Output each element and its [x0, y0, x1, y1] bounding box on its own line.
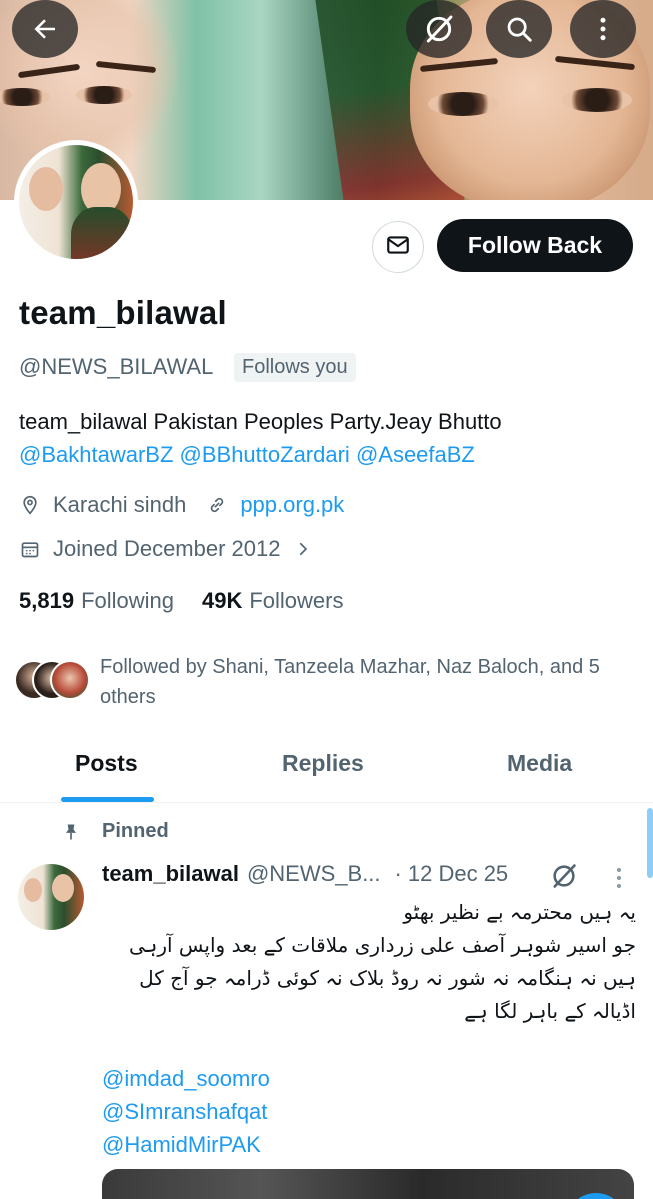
- grok-button[interactable]: [406, 0, 472, 58]
- post-text-line: اڈیالہ کے باہر لگا ہے: [464, 999, 636, 1023]
- post-date[interactable]: 12 Dec 25: [408, 861, 508, 887]
- grok-icon[interactable]: [550, 862, 578, 895]
- message-button[interactable]: [372, 221, 424, 273]
- bio-text: team_bilawal Pakistan Peoples Party.Jeay…: [19, 409, 502, 434]
- post-mention-link[interactable]: @imdad_soomro: [102, 1062, 270, 1095]
- tab-posts[interactable]: Posts: [75, 750, 138, 777]
- post-text-line: جو اسیر شوہر آصف علی زرداری ملاقات کے بع…: [128, 933, 636, 957]
- search-button[interactable]: [486, 0, 552, 58]
- profile-bio: team_bilawal Pakistan Peoples Party.Jeay…: [19, 405, 639, 471]
- follow-back-button[interactable]: Follow Back: [437, 219, 633, 272]
- post-media[interactable]: [102, 1169, 634, 1199]
- scrollbar-thumb[interactable]: [647, 808, 653, 878]
- pin-icon: [60, 821, 82, 843]
- profile-stats: 5,819 Following 49K Followers: [19, 588, 344, 614]
- post-mention-link[interactable]: @SImranshafqat: [102, 1095, 270, 1128]
- post-author-handle[interactable]: @NEWS_B...: [247, 861, 381, 887]
- search-icon: [504, 14, 534, 44]
- bio-mention-link[interactable]: @AseefaBZ: [356, 442, 475, 467]
- link-icon: [206, 494, 228, 516]
- post-mentions: @imdad_soomro @SImranshafqat @HamidMirPA…: [102, 1062, 270, 1161]
- avatar: [50, 660, 90, 700]
- followed-by-row[interactable]: Followed by Shani, Tanzeela Mazhar, Naz …: [14, 652, 644, 712]
- separator-dot: ·: [394, 861, 402, 886]
- profile-avatar[interactable]: [14, 140, 138, 264]
- pinned-label-row: Pinned: [60, 820, 169, 843]
- tab-replies[interactable]: Replies: [282, 750, 364, 777]
- post-more-icon[interactable]: [613, 866, 625, 895]
- profile-tabs: Posts Replies Media: [0, 740, 653, 803]
- grok-icon: [423, 13, 455, 45]
- more-vertical-icon: [588, 14, 618, 44]
- active-tab-indicator: [61, 797, 154, 802]
- compose-fab[interactable]: [566, 1193, 626, 1199]
- location-text: Karachi sindh: [53, 492, 187, 517]
- post-text-line: ہیں نہ ہنگامہ نہ شور نہ روڈ بلاک نہ کوئی…: [139, 966, 636, 990]
- post-mention-link[interactable]: @HamidMirPAK: [102, 1128, 270, 1161]
- follows-you-badge: Follows you: [234, 353, 356, 382]
- mail-icon: [385, 232, 411, 263]
- pinned-text: Pinned: [102, 820, 169, 842]
- display-name: team_bilawal: [19, 294, 227, 331]
- chevron-right-icon: [292, 538, 314, 560]
- follower-avatar-stack: [14, 660, 94, 700]
- post-author-name[interactable]: team_bilawal: [102, 861, 239, 887]
- followed-by-text: Followed by Shani, Tanzeela Mazhar, Naz …: [100, 656, 600, 708]
- tab-media[interactable]: Media: [507, 750, 572, 777]
- profile-meta-location: Karachi sindh ppp.org.pk: [19, 492, 344, 518]
- website-link[interactable]: ppp.org.pk: [240, 492, 344, 518]
- user-handle: @NEWS_BILAWAL: [19, 354, 214, 379]
- post-header: team_bilawal @NEWS_B... · 12 Dec 25: [102, 861, 508, 887]
- back-button[interactable]: [12, 0, 78, 58]
- location-pin-icon: [19, 494, 41, 516]
- bio-mention-link[interactable]: @BBhuttoZardari: [180, 442, 350, 467]
- arrow-left-icon: [30, 14, 60, 44]
- post-text-line: یہ ہیں محترمہ بے نظیر بھٹو: [403, 900, 636, 924]
- more-button[interactable]: [570, 0, 636, 58]
- calendar-icon: [19, 538, 41, 560]
- following-stat[interactable]: 5,819 Following: [19, 588, 174, 614]
- profile-meta-joined[interactable]: Joined December 2012: [19, 536, 326, 562]
- post-author-avatar[interactable]: [18, 864, 84, 930]
- bio-mention-link[interactable]: @BakhtawarBZ: [19, 442, 173, 467]
- joined-text: Joined December 2012: [53, 536, 281, 561]
- followers-stat[interactable]: 49K Followers: [202, 588, 344, 614]
- post-text: یہ ہیں محترمہ بے نظیر بھٹو جو اسیر شوہر …: [102, 896, 636, 1028]
